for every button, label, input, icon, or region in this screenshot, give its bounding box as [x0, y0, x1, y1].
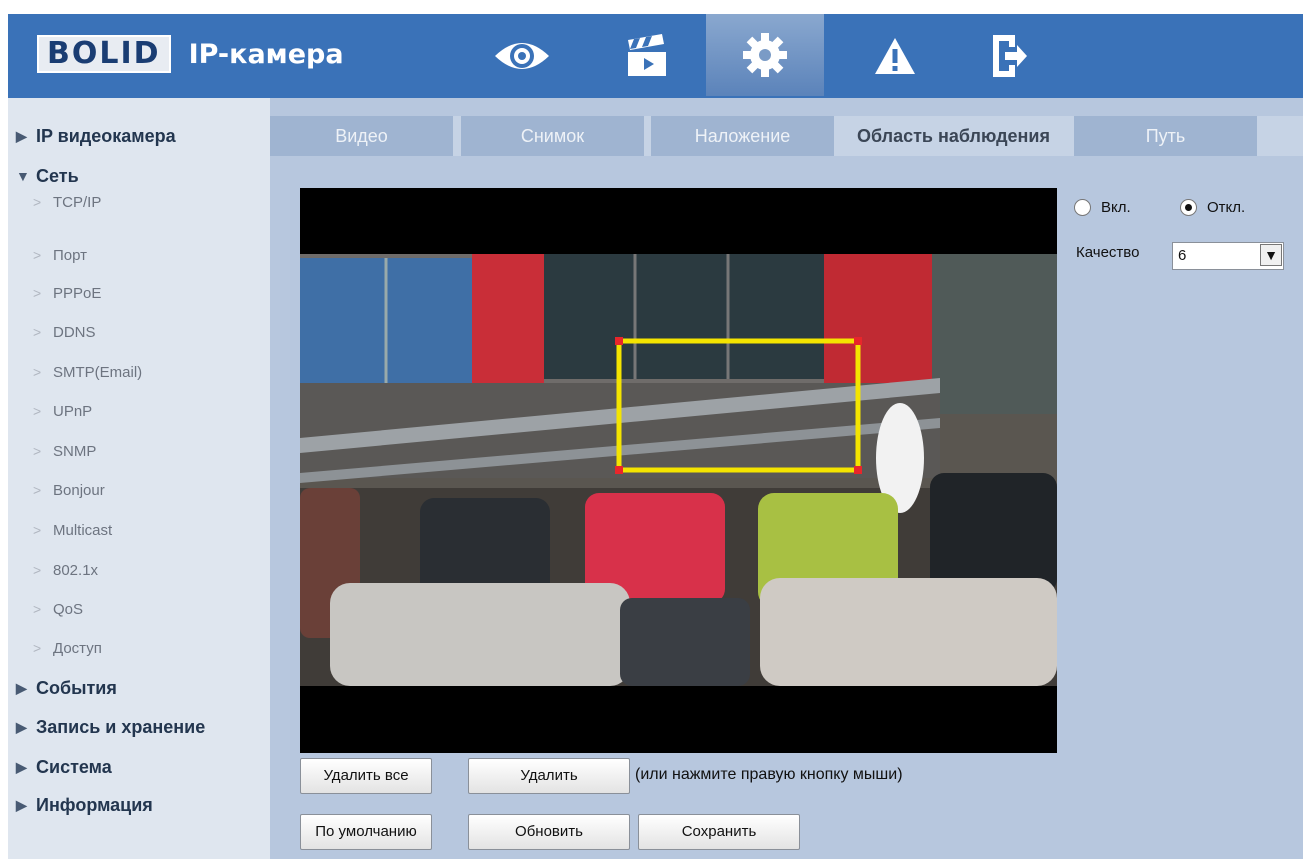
sidebar-item-label: IP видеокамера [36, 125, 176, 146]
chevron-right-icon: > [33, 640, 42, 656]
sidebar-subitem-tcpip[interactable]: > TCP/IP [8, 185, 270, 219]
warning-icon [875, 38, 915, 74]
nav-settings[interactable] [706, 14, 824, 96]
default-button[interactable]: По умолчанию [300, 814, 432, 850]
tab-video[interactable]: Видео [270, 116, 453, 156]
refresh-button[interactable]: Обновить [468, 814, 630, 850]
delete-all-button[interactable]: Удалить все [300, 758, 432, 794]
quality-label: Качество [1076, 244, 1140, 261]
sidebar-item-record[interactable]: ▶ Запись и хранение [8, 710, 270, 744]
camera-scene [300, 188, 1057, 753]
clapperboard-icon [628, 34, 666, 76]
triangle-right-icon: ▶ [16, 679, 27, 696]
tab-overlay[interactable]: Наложение [651, 116, 834, 156]
triangle-down-icon: ▼ [16, 168, 30, 184]
sidebar-subitem-multicast[interactable]: > Multicast [8, 513, 270, 547]
tab-path[interactable]: Путь [1074, 116, 1257, 156]
sidebar-item-info[interactable]: ▶ Информация [8, 788, 270, 822]
chevron-right-icon: > [33, 443, 42, 459]
radio-on-circle [1074, 199, 1091, 216]
chevron-right-icon: > [33, 482, 42, 498]
sidebar-item-events[interactable]: ▶ События [8, 671, 270, 705]
delete-hint: (или нажмите правую кнопку мыши) [635, 766, 903, 783]
tab-snapshot[interactable]: Снимок [461, 116, 644, 156]
sidebar-subitem-port[interactable]: > Порт [8, 238, 270, 272]
eye-icon [495, 43, 549, 69]
sidebar-subitem-ddns[interactable]: > DDNS [8, 315, 270, 349]
triangle-right-icon: ▶ [16, 127, 27, 144]
sidebar-subitem-smtp[interactable]: > SMTP(Email) [8, 355, 270, 389]
chevron-right-icon: > [33, 403, 42, 419]
radio-off-circle [1180, 199, 1197, 216]
nav-playback[interactable] [588, 14, 706, 98]
save-button[interactable]: Сохранить [638, 814, 800, 850]
chevron-right-icon: > [33, 194, 42, 210]
chevron-down-icon: ▼ [1260, 244, 1282, 266]
sidebar-subitem-snmp[interactable]: > SNMP [8, 434, 270, 468]
logo: BOLID IP-камера [37, 35, 344, 73]
sidebar-subitem-8021x[interactable]: >802.1x [8, 553, 270, 587]
chevron-right-icon: > [33, 324, 42, 340]
quality-value: 6 [1178, 247, 1187, 264]
main-content: Видео Снимок Наложение Область наблюдени… [270, 98, 1303, 859]
nav-logout[interactable] [950, 14, 1068, 98]
chevron-right-icon: > [33, 522, 42, 538]
video-preview[interactable] [300, 188, 1057, 753]
chevron-right-icon: > [33, 562, 42, 578]
exit-icon [993, 35, 1027, 77]
sidebar-subitem-pppoe[interactable]: > PPPoE [8, 276, 270, 310]
sidebar-subitem-upnp[interactable]: > UPnP [8, 394, 270, 428]
quality-select[interactable]: 6 ▼ [1172, 242, 1284, 270]
nav-alarm[interactable] [836, 14, 954, 98]
radio-off[interactable]: Откл. [1180, 199, 1245, 216]
sidebar-item-ip-camera[interactable]: ▶ IP видеокамера [8, 119, 270, 153]
sidebar-item-label: Сеть [36, 165, 79, 186]
chevron-right-icon: > [33, 285, 42, 301]
sidebar-item-system[interactable]: ▶ Система [8, 750, 270, 784]
chevron-right-icon: > [33, 601, 42, 617]
delete-button[interactable]: Удалить [468, 758, 630, 794]
triangle-right-icon: ▶ [16, 758, 27, 775]
sidebar-subitem-access[interactable]: > Доступ [8, 631, 270, 665]
triangle-right-icon: ▶ [16, 718, 27, 735]
radio-on[interactable]: Вкл. [1074, 199, 1131, 216]
triangle-right-icon: ▶ [16, 796, 27, 813]
tab-strip: Видео Снимок Наложение Область наблюдени… [270, 116, 1303, 156]
nav-live-view[interactable] [463, 14, 581, 98]
chevron-right-icon: > [33, 364, 42, 380]
tab-roi[interactable]: Область наблюдения [841, 116, 1066, 156]
gear-icon [743, 33, 787, 77]
sidebar-subitem-bonjour[interactable]: > Bonjour [8, 473, 270, 507]
app-title: IP-камера [188, 38, 344, 70]
chevron-right-icon: > [33, 247, 42, 263]
sidebar-subitem-qos[interactable]: > QoS [8, 592, 270, 626]
top-header: BOLID IP-камера [8, 14, 1303, 98]
sidebar: ▶ IP видеокамера ▼ Сеть > TCP/IP > Порт > P… [8, 98, 270, 859]
logo-mark: BOLID [37, 35, 171, 73]
